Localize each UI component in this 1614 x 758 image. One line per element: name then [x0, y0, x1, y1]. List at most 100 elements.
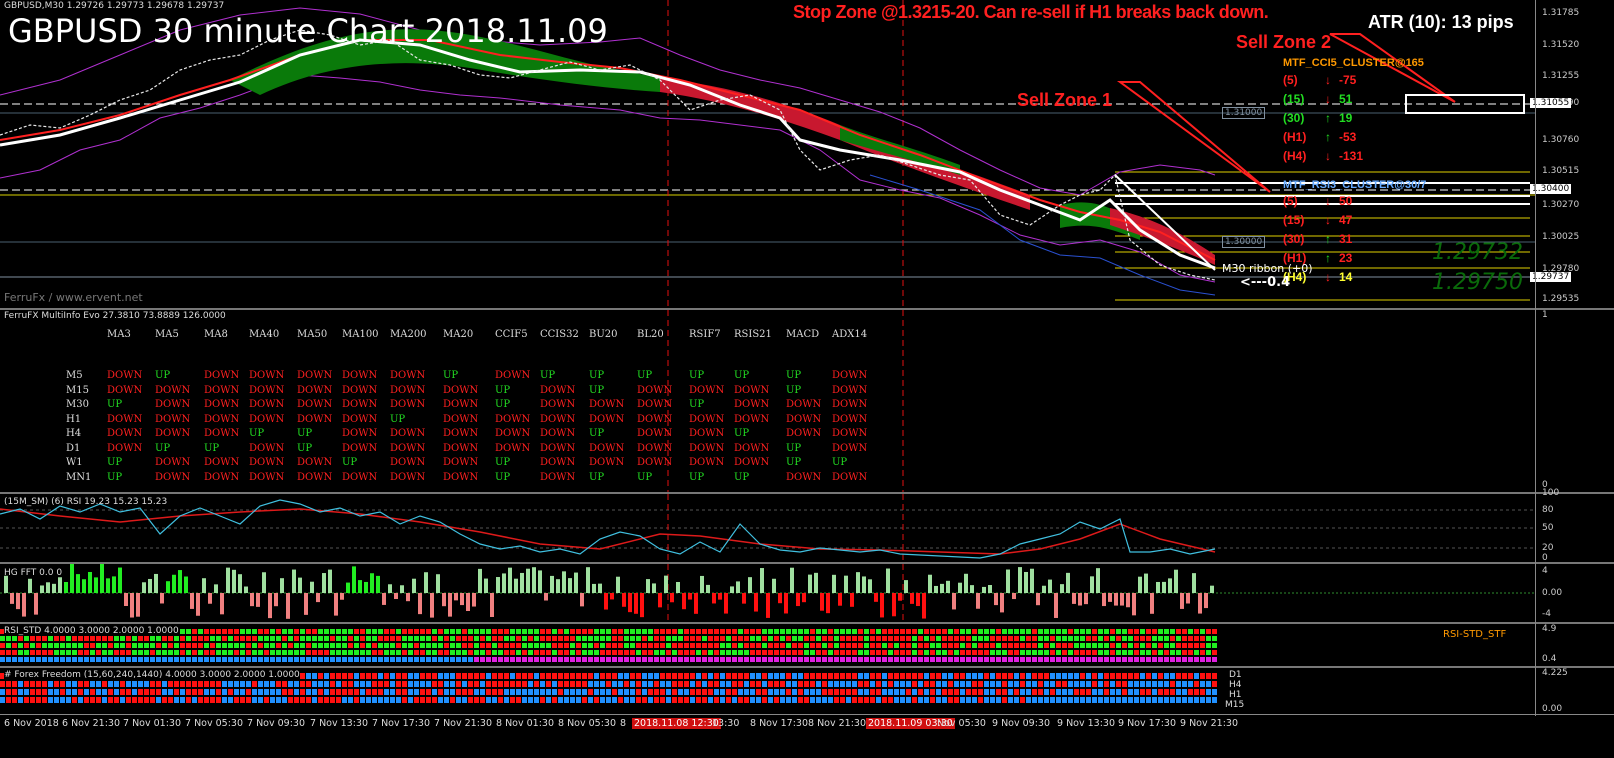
- forex-freedom-cell: [348, 697, 353, 703]
- rsi-std-pane[interactable]: RSI_STD 4.0000 3.0000 2.0000 1.0000 RSI-…: [0, 624, 1560, 666]
- forex-freedom-cell: [1212, 697, 1217, 703]
- cluster-value: -75: [1339, 73, 1357, 87]
- forex-freedom-cell: [504, 673, 509, 679]
- rsi-std-cell: [336, 629, 341, 634]
- rsi-std-cell: [366, 636, 371, 641]
- rsi-std-cell: [948, 643, 953, 648]
- forex-freedom-cell: [762, 673, 767, 679]
- rsi-std-cell: [90, 657, 95, 662]
- rsi-std-cell: [744, 650, 749, 655]
- rsi-std-cell: [960, 629, 965, 634]
- rsi-std-cell: [798, 636, 803, 641]
- rsi-std-cell: [132, 636, 137, 641]
- forex-freedom-cell: [366, 681, 371, 687]
- forex-freedom-cell: [912, 673, 917, 679]
- forex-freedom-cell: [30, 681, 35, 687]
- forex-freedom-cell: [156, 697, 161, 703]
- forex-freedom-cell: [408, 681, 413, 687]
- forex-freedom-cell: [294, 689, 299, 695]
- rsi-std-cell: [1206, 657, 1211, 662]
- rsi-std-cell: [1212, 629, 1217, 634]
- rsi-std-cell: [846, 657, 851, 662]
- histogram-pane[interactable]: HG FFT 0.0 0 4 0.00 -4: [0, 564, 1562, 622]
- forex-freedom-cell: [936, 689, 941, 695]
- rsi-std-cell: [1074, 629, 1079, 634]
- price-chart-pane[interactable]: GBPUSD,M30 1.29726 1.29773 1.29678 1.297…: [0, 0, 1579, 308]
- forex-freedom-cell: [1086, 681, 1091, 687]
- forex-freedom-cell: [708, 689, 713, 695]
- forex-freedom-cell: [402, 697, 407, 703]
- rsi-pane[interactable]: (15M_SM) (6) RSI 19.23 15.23 15.23 100 8…: [0, 488, 1560, 563]
- rsi-std-cell: [390, 657, 395, 662]
- forex-freedom-cell: [834, 673, 839, 679]
- histogram-bar: [652, 583, 656, 593]
- histogram-bar: [352, 566, 356, 593]
- multiinfo-cell: UP: [155, 442, 171, 454]
- rsi-std-cell: [426, 629, 431, 634]
- histogram-bar: [568, 578, 572, 593]
- std-tick-bottom: 0.4: [1542, 654, 1557, 664]
- forex-freedom-cell: [882, 689, 887, 695]
- forex-freedom-cell: [84, 689, 89, 695]
- forex-freedom-cell: [840, 689, 845, 695]
- forex-freedom-cell: [828, 673, 833, 679]
- histogram-bar: [688, 593, 692, 600]
- forex-freedom-cell: [618, 697, 623, 703]
- multiinfo-cell: DOWN: [637, 442, 673, 454]
- forex-freedom-cell: [984, 673, 989, 679]
- rsi-std-cell: [774, 650, 779, 655]
- forex-freedom-cell: [1020, 697, 1025, 703]
- forex-freedom-cell: [90, 681, 95, 687]
- forex-freedom-cell: [966, 689, 971, 695]
- histogram-bar: [292, 569, 296, 593]
- multiinfo-row-label: W1: [66, 457, 83, 468]
- forex-freedom-cell: [984, 689, 989, 695]
- rsi-std-cell: [1140, 636, 1145, 641]
- rsi-std-cell: [216, 629, 221, 634]
- forex-freedom-cell: [900, 697, 905, 703]
- rsi-std-cell: [624, 643, 629, 648]
- rsi-std-cell: [768, 657, 773, 662]
- forex-freedom-cell: [1128, 681, 1133, 687]
- histogram-bar: [1078, 593, 1082, 606]
- histogram-bar: [814, 572, 818, 593]
- ff-row-m15: M15: [1225, 700, 1245, 710]
- forex-freedom-cell: [360, 689, 365, 695]
- forex-freedom-cell: [1068, 689, 1073, 695]
- forex-freedom-cell: [150, 697, 155, 703]
- histogram-bar: [316, 593, 320, 603]
- forex-freedom-cell: [1032, 689, 1037, 695]
- forex-freedom-cell: [1110, 681, 1115, 687]
- forex-freedom-cell: [318, 697, 323, 703]
- rsi-std-cell: [54, 650, 59, 655]
- multiinfo-cell: DOWN: [540, 457, 576, 468]
- rsi-std-cell: [840, 636, 845, 641]
- forex-freedom-cell: [252, 697, 257, 703]
- forex-freedom-cell: [552, 681, 557, 687]
- histogram-bar: [262, 572, 266, 593]
- histogram-bar: [520, 572, 524, 593]
- multiinfo-pane[interactable]: FerruFX MultiInfo Evo 27.3810 73.8889 12…: [0, 310, 1560, 492]
- rsi-std-cell: [384, 629, 389, 634]
- rsi-std-cell: [864, 657, 869, 662]
- forex-freedom-cell: [1116, 673, 1121, 679]
- forex-freedom-pane[interactable]: # Forex Freedom (15,60,240,1440) 4.0000 …: [0, 668, 1568, 714]
- rsi-std-cell: [942, 657, 947, 662]
- forex-freedom-cell: [756, 697, 761, 703]
- rsi-std-cell: [834, 636, 839, 641]
- forex-freedom-cell: [438, 673, 443, 679]
- rsi-std-cell: [510, 636, 515, 641]
- forex-freedom-cell: [6, 697, 11, 703]
- rsi-std-cell: [1200, 657, 1205, 662]
- rsi-std-cell: [246, 657, 251, 662]
- forex-freedom-cell: [534, 689, 539, 695]
- rsi-std-cell: [252, 629, 257, 634]
- rsi-std-cell: [168, 650, 173, 655]
- rsi-std-cell: [1104, 629, 1109, 634]
- histogram-bar: [1132, 593, 1136, 616]
- rsi-std-cell: [1056, 636, 1061, 641]
- rsi-std-cell: [498, 636, 503, 641]
- forex-freedom-cell: [354, 673, 359, 679]
- forex-freedom-cell: [840, 673, 845, 679]
- forex-freedom-cell: [390, 681, 395, 687]
